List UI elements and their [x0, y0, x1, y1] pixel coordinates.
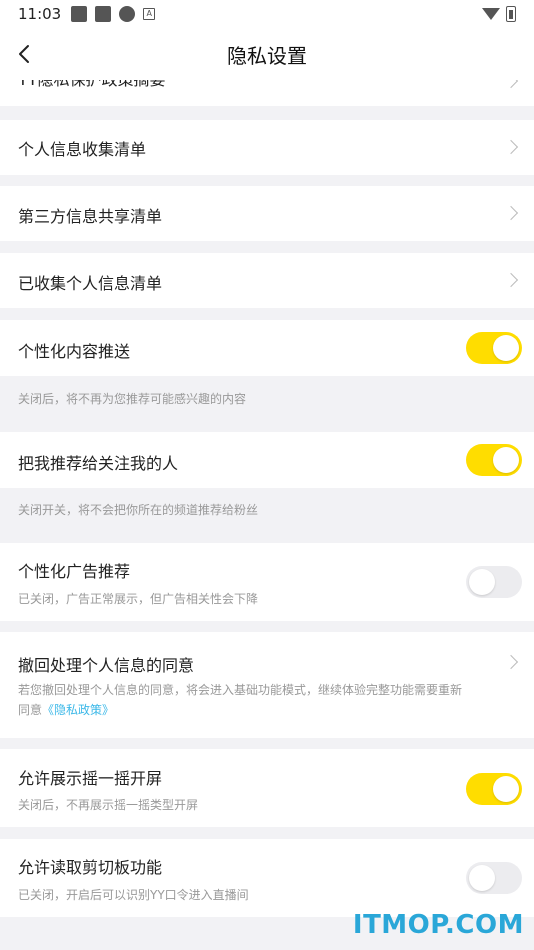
setting-clipboard: 允许读取剪切板功能 已关闭，开启后可以识别YY口令进入直播间	[0, 839, 534, 917]
chevron-right-icon	[503, 139, 519, 155]
setting-note-line2: 同意《隐私政策》	[18, 699, 114, 721]
status-bar: 11:03 A	[0, 0, 534, 28]
setting-label: 撤回处理个人信息的同意	[18, 656, 195, 675]
watermark: ITMOP.COM	[352, 910, 524, 940]
personalized-ads-toggle[interactable]	[466, 566, 522, 598]
setting-personalized-ads: 个性化广告推荐 已关闭，广告正常展示，但广告相关性会下降	[0, 543, 534, 621]
list-item-collect[interactable]: 个人信息收集清单	[0, 120, 534, 175]
battery-icon	[506, 6, 516, 22]
toggle-knob	[469, 569, 495, 595]
setting-shake-screen: 允许展示摇一摇开屏 关闭后，不再展示摇一摇类型开屏	[0, 749, 534, 827]
privacy-policy-link[interactable]: 《隐私政策》	[42, 703, 114, 717]
status-time: 11:03	[18, 5, 62, 23]
list-item-partial[interactable]: YY隐私保护政策摘要	[0, 80, 534, 106]
list-item-collected[interactable]: 已收集个人信息清单	[0, 253, 534, 308]
setting-label: 允许展示摇一摇开屏	[18, 769, 163, 788]
recommend-followers-toggle[interactable]	[466, 444, 522, 476]
setting-label: 把我推荐给关注我的人	[18, 454, 179, 473]
chevron-right-icon	[503, 205, 519, 221]
chevron-right-icon	[503, 80, 519, 89]
back-arrow-icon[interactable]	[14, 42, 36, 66]
shake-screen-toggle[interactable]	[466, 773, 522, 805]
setting-note: 若您撤回处理个人信息的同意，将会进入基础功能模式，继续体验完整功能需要重新	[18, 683, 463, 697]
setting-note: 关闭后，不再展示摇一摇类型开屏	[18, 798, 199, 812]
setting-personalized-content: 个性化内容推送	[0, 320, 534, 376]
list-item-third-party[interactable]: 第三方信息共享清单	[0, 186, 534, 241]
clipboard-toggle[interactable]	[466, 862, 522, 894]
setting-label: 允许读取剪切板功能	[18, 858, 163, 877]
setting-label: 个性化内容推送	[18, 342, 131, 361]
setting-note: 关闭后，将不再为您推荐可能感兴趣的内容	[18, 392, 247, 406]
toggle-knob	[493, 776, 519, 802]
setting-recommend-followers: 把我推荐给关注我的人	[0, 432, 534, 488]
app-icon	[119, 6, 136, 22]
setting-note: 已关闭，开启后可以识别YY口令进入直播间	[18, 888, 249, 902]
page-title: 隐私设置	[227, 43, 307, 68]
list-item-label: YY隐私保护政策摘要	[18, 80, 166, 90]
nav-bar: 隐私设置	[0, 28, 534, 80]
notification-icon	[71, 6, 88, 22]
setting-note: 已关闭，广告正常展示，但广告相关性会下降	[18, 592, 259, 606]
chevron-right-icon	[503, 654, 519, 670]
list-item-label: 个人信息收集清单	[18, 140, 147, 159]
setting-note: 关闭开关，将不会把你所在的频道推荐给粉丝	[18, 503, 259, 517]
chevron-right-icon	[503, 272, 519, 288]
toggle-knob	[493, 335, 519, 361]
notification-icon	[95, 6, 112, 22]
toggle-knob	[493, 447, 519, 473]
list-item-label: 已收集个人信息清单	[18, 274, 163, 293]
toggle-knob	[469, 865, 495, 891]
wifi-icon	[482, 8, 500, 20]
personalized-content-toggle[interactable]	[466, 332, 522, 364]
setting-label: 个性化广告推荐	[18, 562, 131, 581]
a-icon: A	[143, 8, 156, 20]
list-item-label: 第三方信息共享清单	[18, 207, 163, 226]
setting-note-prefix: 同意	[18, 703, 43, 717]
setting-withdraw-consent[interactable]: 撤回处理个人信息的同意 若您撤回处理个人信息的同意，将会进入基础功能模式，继续体…	[0, 632, 534, 738]
